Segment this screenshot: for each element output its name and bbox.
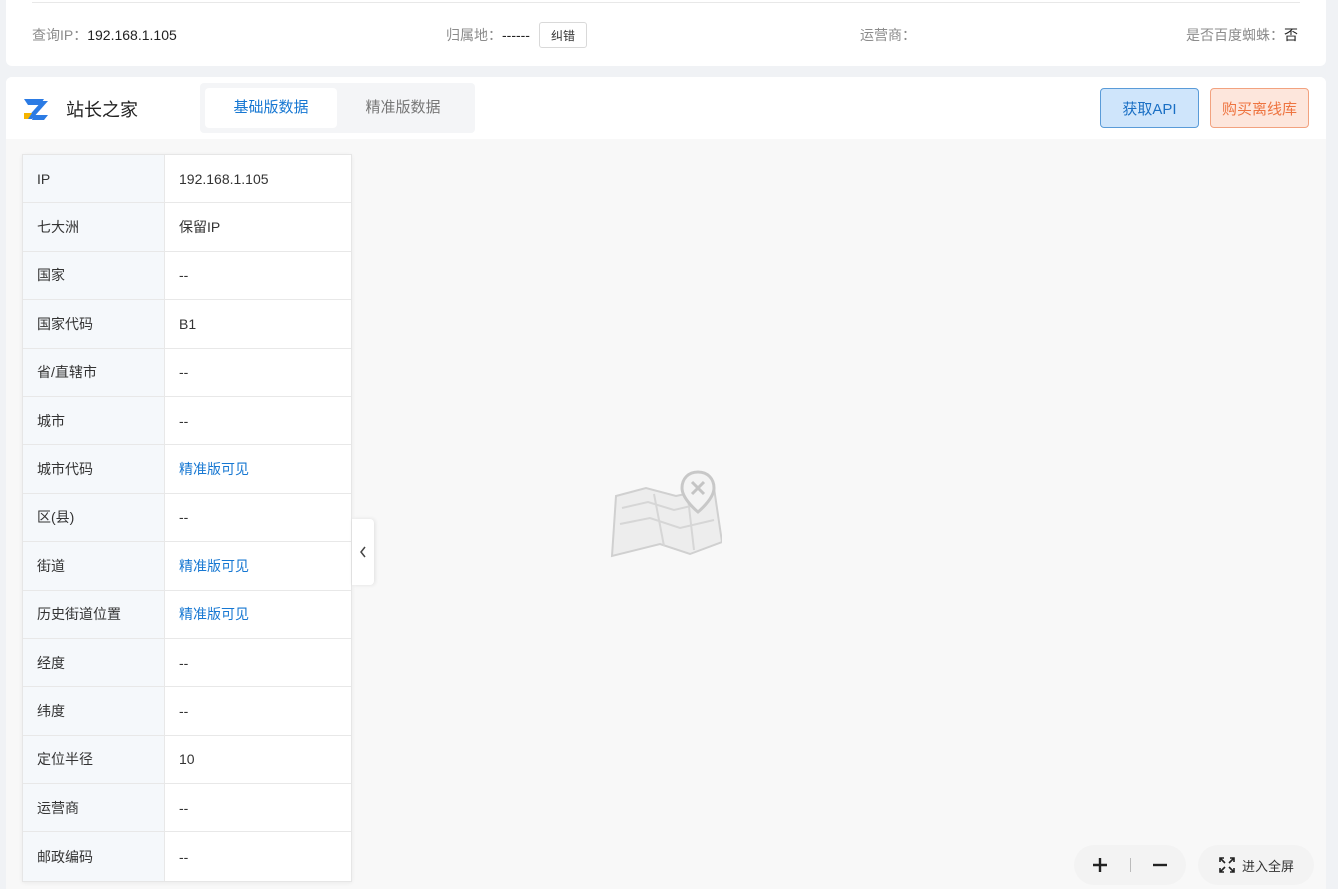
row-key: 省/直辖市	[23, 348, 165, 396]
precise-only-link[interactable]: 精准版可见	[165, 445, 351, 492]
row-value: --	[179, 654, 189, 671]
row-key: 区(县)	[23, 493, 165, 542]
divider	[32, 2, 1300, 3]
table-row: 区(县) --	[23, 493, 351, 543]
query-ip-value: 192.168.1.105	[87, 27, 177, 43]
table-row: 国家代码 B1	[23, 300, 351, 349]
row-key: 城市代码	[23, 445, 165, 493]
row-key: 历史街道位置	[23, 590, 165, 638]
brand-name: 站长之家	[66, 100, 138, 120]
chevron-left-icon	[360, 546, 366, 558]
table-row: 国家 --	[23, 251, 351, 301]
baidu-spider-label: 是否百度蜘蛛：	[1186, 27, 1284, 43]
zoom-in-button[interactable]	[1088, 853, 1112, 877]
data-version-tabs: 基础版数据 精准版数据	[200, 83, 475, 133]
row-key: IP	[23, 155, 165, 203]
row-value: --	[179, 412, 189, 429]
row-value: 192.168.1.105	[179, 170, 269, 187]
row-key: 邮政编码	[23, 832, 165, 881]
zoom-out-button[interactable]	[1148, 853, 1172, 877]
row-key: 运营商	[23, 784, 165, 832]
row-value: --	[179, 509, 189, 526]
zoom-control	[1074, 845, 1186, 885]
row-key: 国家	[23, 251, 165, 300]
location-field: 归属地： ------ 纠错	[446, 22, 860, 48]
plus-icon	[1093, 858, 1107, 872]
correct-button[interactable]: 纠错	[538, 22, 587, 48]
row-key: 经度	[23, 638, 165, 687]
main-panel: 站长之家 基础版数据 精准版数据 获取API 购买离线库 IP 192.168.…	[6, 77, 1326, 889]
table-row: 定位半径 10	[23, 735, 351, 785]
table-row: 邮政编码 --	[23, 832, 351, 881]
table-row: 城市代码 精准版可见	[23, 445, 351, 494]
query-ip-label: 查询IP：	[32, 27, 88, 43]
row-value: --	[179, 267, 189, 284]
row-key: 定位半径	[23, 735, 165, 784]
row-value: --	[179, 848, 189, 865]
fullscreen-label: 进入全屏	[1241, 858, 1294, 874]
map-area[interactable]: IP 192.168.1.105 七大洲 保留IP 国家 -- 国家代码 B1 …	[6, 139, 1326, 889]
row-key: 街道	[23, 542, 165, 590]
precise-only-link[interactable]: 精准版可见	[165, 591, 351, 638]
location-label: 归属地：	[446, 27, 502, 43]
table-row: 历史街道位置 精准版可见	[23, 590, 351, 639]
table-row: 街道 精准版可见	[23, 542, 351, 591]
tab-basic-data[interactable]: 基础版数据	[205, 88, 337, 128]
panel-header: 站长之家 基础版数据 精准版数据 获取API 购买离线库	[6, 77, 1326, 139]
zhanzhang-logo-icon	[24, 99, 48, 120]
row-value: --	[179, 702, 189, 719]
ip-info-table: IP 192.168.1.105 七大洲 保留IP 国家 -- 国家代码 B1 …	[22, 154, 352, 882]
row-value: B1	[179, 315, 197, 332]
tab-precise-data[interactable]: 精准版数据	[337, 88, 469, 128]
isp-label: 运营商：	[860, 27, 916, 43]
row-key: 纬度	[23, 687, 165, 735]
row-value: --	[179, 799, 189, 816]
row-key: 七大洲	[23, 203, 165, 251]
row-key: 城市	[23, 396, 165, 445]
table-row: 纬度 --	[23, 687, 351, 736]
fullscreen-icon	[1219, 857, 1235, 873]
minus-icon	[1153, 863, 1167, 867]
map-location-error-icon	[610, 470, 722, 558]
buy-offline-db-button[interactable]: 购买离线库	[1210, 88, 1309, 128]
zoom-separator	[1129, 858, 1131, 872]
row-value: --	[179, 364, 189, 381]
collapse-panel-button[interactable]	[352, 519, 374, 585]
baidu-spider-value: 否	[1284, 27, 1298, 43]
baidu-spider-field: 是否百度蜘蛛： 否	[1186, 25, 1298, 45]
row-value: 10	[179, 751, 195, 768]
query-bar: 查询IP： 192.168.1.105 归属地： ------ 纠错 运营商： …	[6, 0, 1326, 66]
precise-only-link[interactable]: 精准版可见	[165, 542, 351, 589]
row-key: 国家代码	[23, 300, 165, 348]
get-api-button[interactable]: 获取API	[1100, 88, 1199, 128]
table-row: 城市 --	[23, 396, 351, 446]
table-row: 运营商 --	[23, 784, 351, 833]
query-row: 查询IP： 192.168.1.105 归属地： ------ 纠错 运营商： …	[32, 22, 1298, 48]
table-row: 经度 --	[23, 638, 351, 688]
row-value: 保留IP	[179, 219, 221, 236]
location-value: ------	[502, 27, 530, 43]
query-ip-field: 查询IP： 192.168.1.105	[32, 25, 446, 45]
fullscreen-button[interactable]: 进入全屏	[1198, 845, 1314, 885]
table-row: IP 192.168.1.105	[23, 155, 351, 204]
table-row: 省/直辖市 --	[23, 348, 351, 397]
table-row: 七大洲 保留IP	[23, 203, 351, 252]
isp-field: 运营商：	[860, 25, 1186, 45]
